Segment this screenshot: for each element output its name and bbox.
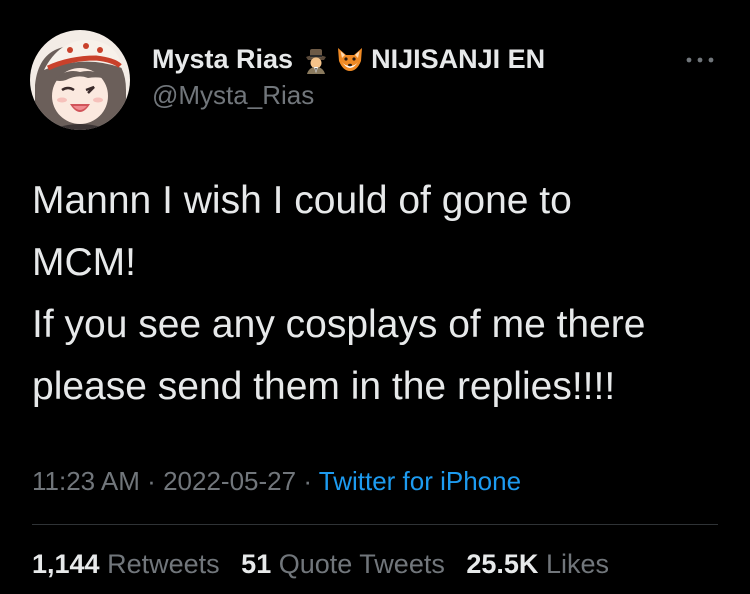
tweet-time[interactable]: 11:23 AM xyxy=(32,466,140,496)
tweet-date[interactable]: 2022-05-27 xyxy=(163,466,296,496)
tweet-source-link[interactable]: Twitter for iPhone xyxy=(319,466,521,496)
engagement-stats: 1,144 Retweets 51 Quote Tweets 25.5K Lik… xyxy=(32,549,623,580)
retweets-label: Retweets xyxy=(107,549,220,579)
tweet-text: Mannn I wish I could of gone to MCM! If … xyxy=(32,170,722,418)
tweet-metadata: 11:23 AM · 2022-05-27 · Twitter for iPho… xyxy=(32,466,521,497)
quote-tweets-stat[interactable]: 51 Quote Tweets xyxy=(241,549,445,580)
avatar[interactable] xyxy=(30,30,130,130)
tweet-detail: Mysta Rias NIJISANJI EN @Mysta_Rias Mann… xyxy=(0,0,750,594)
more-options-icon[interactable] xyxy=(680,48,720,72)
author-affiliation: NIJISANJI EN xyxy=(371,43,546,74)
author-display-name[interactable]: Mysta Rias xyxy=(152,44,293,75)
quote-tweets-count: 51 xyxy=(241,549,272,579)
tweet-text-line: MCM! xyxy=(32,241,136,284)
tweet-text-line: please send them in the replies!!!! xyxy=(32,365,616,408)
likes-count: 25.5K xyxy=(466,549,539,579)
tweet-text-line: Mannn I wish I could of gone to xyxy=(32,179,572,222)
meta-separator: · xyxy=(303,466,312,496)
retweets-stat[interactable]: 1,144 Retweets xyxy=(32,549,220,580)
avatar-image xyxy=(30,30,130,130)
tweet-text-line: If you see any cosplays of me there xyxy=(32,303,646,346)
author-handle[interactable]: @Mysta_Rias xyxy=(152,80,314,111)
divider xyxy=(32,524,718,525)
likes-label: Likes xyxy=(545,549,609,579)
likes-stat[interactable]: 25.5K Likes xyxy=(466,549,609,580)
detective-emoji-icon xyxy=(301,44,331,74)
fox-emoji-icon xyxy=(335,44,365,74)
meta-separator: · xyxy=(147,466,156,496)
retweets-count: 1,144 xyxy=(32,549,100,579)
quote-tweets-label: Quote Tweets xyxy=(278,549,445,579)
author-name-row: Mysta Rias NIJISANJI EN xyxy=(152,42,545,76)
